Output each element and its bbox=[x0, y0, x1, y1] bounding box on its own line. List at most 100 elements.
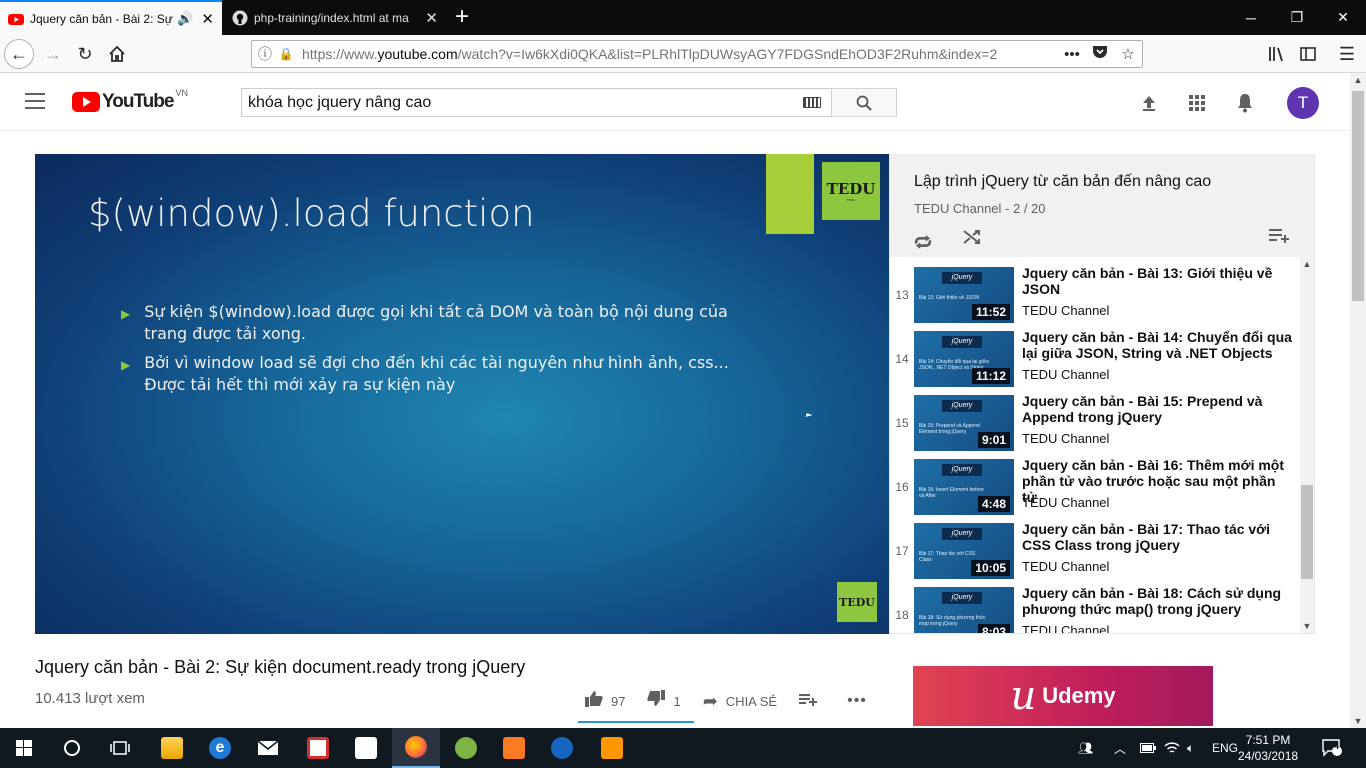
start-button[interactable] bbox=[0, 728, 48, 768]
video-thumbnail[interactable]: jQuery Bài 18: Sử dụng phương thức map tr… bbox=[914, 587, 1014, 633]
youtube-header: YouTube VN khóa học jquery nâng cao T bbox=[0, 73, 1350, 131]
app-icon[interactable] bbox=[442, 728, 490, 768]
lock-icon[interactable]: 🔒 bbox=[278, 47, 294, 61]
library-icon[interactable] bbox=[1262, 39, 1292, 69]
page-scrollbar-thumb[interactable] bbox=[1352, 91, 1364, 301]
action-center-icon[interactable]: 4 bbox=[1322, 728, 1342, 768]
thumbs-down-icon bbox=[647, 690, 666, 712]
dislike-button[interactable]: 1 bbox=[647, 690, 681, 712]
battery-icon[interactable] bbox=[1140, 728, 1156, 768]
video-thumbnail[interactable]: jQuery Bài 17: Thao tác với CSS Class 10:0… bbox=[914, 523, 1014, 579]
tab-github[interactable]: php-training/index.html at ma ✕ bbox=[224, 0, 446, 35]
slide-bullet: ▶ Bởi vì window load sẽ đợi cho đến khi … bbox=[121, 353, 729, 394]
playlist-item[interactable]: 17 jQuery Bài 17: Thao tác với CSS Class 1… bbox=[890, 517, 1300, 581]
playlist-item[interactable]: 13 jQuery Bài 13: Giới thiệu về JSON 11:52… bbox=[890, 261, 1300, 325]
search-icon bbox=[856, 95, 872, 111]
playlist-item[interactable]: 15 jQuery Bài 15: Prepend và Append Eleme… bbox=[890, 389, 1300, 453]
edge-icon[interactable]: e bbox=[196, 728, 244, 768]
language-indicator[interactable]: ENG bbox=[1212, 728, 1238, 768]
tab-youtube[interactable]: Jquery căn bản - Bài 2: Sự ki 🔊 ✕ bbox=[0, 0, 222, 35]
video-thumbnail[interactable]: jQuery Bài 15: Prepend và Append Element … bbox=[914, 395, 1014, 451]
playlist-scrollbar[interactable]: ▲ ▼ bbox=[1300, 257, 1314, 633]
sticky-notes-icon[interactable] bbox=[342, 728, 390, 768]
firefox-icon[interactable] bbox=[392, 728, 440, 768]
scroll-down-icon[interactable]: ▼ bbox=[1350, 716, 1366, 726]
xampp-icon[interactable] bbox=[490, 728, 538, 768]
video-thumbnail[interactable]: jQuery Bài 13: Giới thiệu về JSON 11:52 bbox=[914, 267, 1014, 323]
new-tab-icon[interactable]: + bbox=[455, 3, 469, 31]
duration-badge: 11:12 bbox=[971, 368, 1010, 384]
video-player[interactable]: $(window).load function ▶ Sự kiện $(wind… bbox=[35, 154, 889, 634]
playlist-scrollbar-thumb[interactable] bbox=[1301, 485, 1313, 579]
maps-icon[interactable] bbox=[538, 728, 586, 768]
restore-icon[interactable]: ❐ bbox=[1274, 0, 1320, 35]
add-to-playlist-button[interactable] bbox=[799, 691, 825, 712]
udemy-ad-banner[interactable]: u Udemy bbox=[913, 666, 1213, 726]
loop-icon[interactable]: 🔁︎ bbox=[914, 228, 932, 255]
cortana-search-icon[interactable] bbox=[48, 728, 96, 768]
sublime-text-icon[interactable] bbox=[588, 728, 636, 768]
github-favicon-icon bbox=[232, 10, 248, 25]
home-icon[interactable] bbox=[102, 39, 132, 69]
app-icon[interactable] bbox=[294, 728, 342, 768]
search-button[interactable] bbox=[831, 88, 897, 117]
wifi-icon[interactable] bbox=[1164, 728, 1180, 768]
url-text[interactable]: https://www.youtube.com/watch?v=Iw6kXdi0… bbox=[302, 46, 1058, 62]
bookmark-star-icon[interactable]: ☆ bbox=[1114, 45, 1142, 63]
tray-expand-icon[interactable]: ︿ bbox=[1114, 728, 1126, 768]
guide-menu-icon[interactable] bbox=[25, 93, 45, 109]
youtube-logo[interactable]: YouTube VN bbox=[72, 88, 188, 113]
mouse-cursor-icon bbox=[805, 413, 813, 419]
like-ratio-bar bbox=[578, 721, 694, 723]
scroll-up-icon[interactable]: ▲ bbox=[1300, 259, 1314, 269]
file-explorer-icon[interactable] bbox=[148, 728, 196, 768]
scroll-down-icon[interactable]: ▼ bbox=[1300, 621, 1314, 631]
address-bar[interactable]: ⓘ 🔒 https://www.youtube.com/watch?v=Iw6k… bbox=[251, 40, 1143, 68]
speaker-icon[interactable]: 🔊 bbox=[177, 11, 193, 27]
close-window-icon[interactable]: ✕ bbox=[1320, 0, 1366, 35]
clock[interactable]: 7:51 PM 24/03/2018 bbox=[1238, 732, 1298, 764]
playlist-header: Lập trình jQuery từ căn bản đến nâng cao… bbox=[890, 155, 1314, 257]
playlist-title[interactable]: Lập trình jQuery từ căn bản đến nâng cao bbox=[914, 173, 1211, 191]
minimize-icon[interactable]: ─ bbox=[1228, 0, 1274, 35]
playlist-item[interactable]: 16 jQuery Bài 16: Insert Element before v… bbox=[890, 453, 1300, 517]
bullet-arrow-icon: ▶ bbox=[121, 358, 131, 372]
shuffle-icon[interactable] bbox=[962, 228, 982, 251]
pocket-icon[interactable] bbox=[1086, 45, 1114, 63]
scroll-up-icon[interactable]: ▲ bbox=[1350, 75, 1366, 85]
keyboard-icon[interactable] bbox=[803, 97, 821, 108]
share-button[interactable]: ➦ CHIA SẺ bbox=[703, 691, 777, 712]
menu-icon[interactable]: ☰ bbox=[1332, 39, 1362, 69]
playlist-items: 13 jQuery Bài 13: Giới thiệu về JSON 11:52… bbox=[890, 257, 1300, 633]
search-input[interactable]: khóa học jquery nâng cao bbox=[241, 88, 832, 117]
back-icon[interactable]: ← bbox=[4, 39, 34, 69]
notifications-bell-icon[interactable] bbox=[1233, 91, 1257, 115]
reload-icon[interactable]: ↻ bbox=[70, 39, 100, 69]
video-thumbnail[interactable]: jQuery Bài 16: Insert Element before và A… bbox=[914, 459, 1014, 515]
save-playlist-icon[interactable] bbox=[1268, 228, 1290, 249]
sidebar-icon[interactable] bbox=[1293, 39, 1323, 69]
task-view-icon[interactable] bbox=[96, 728, 144, 768]
close-tab-icon[interactable]: ✕ bbox=[425, 9, 438, 27]
volume-icon[interactable]: 🔈︎ bbox=[1187, 728, 1194, 768]
apps-icon[interactable] bbox=[1185, 91, 1209, 115]
close-tab-icon[interactable]: ✕ bbox=[201, 10, 214, 28]
forward-icon[interactable]: → bbox=[38, 39, 68, 69]
like-button[interactable]: 97 bbox=[585, 690, 625, 712]
playlist-item[interactable]: 18 jQuery Bài 18: Sử dụng phương thức map… bbox=[890, 581, 1300, 633]
people-icon[interactable]: 👥︎ bbox=[1078, 728, 1093, 768]
page-scrollbar[interactable]: ▲ ▼ bbox=[1350, 73, 1366, 728]
youtube-favicon-icon bbox=[8, 13, 24, 25]
playlist-meta[interactable]: TEDU Channel - 2 / 20 bbox=[914, 201, 1046, 216]
view-count: 10.413 lượt xem bbox=[35, 690, 145, 707]
more-actions-button[interactable]: ••• bbox=[847, 692, 875, 710]
share-arrow-icon: ➦ bbox=[702, 690, 718, 711]
upload-icon[interactable] bbox=[1137, 91, 1161, 115]
avatar[interactable]: T bbox=[1287, 87, 1319, 119]
playlist-item[interactable]: 14 jQuery Bài 14: Chuyển đổi qua lại giữa… bbox=[890, 325, 1300, 389]
video-thumbnail[interactable]: jQuery Bài 14: Chuyển đổi qua lại giữa JS… bbox=[914, 331, 1014, 387]
mail-icon[interactable] bbox=[244, 728, 292, 768]
page-actions-icon[interactable]: ••• bbox=[1058, 46, 1086, 63]
more-dots-icon: ••• bbox=[847, 692, 867, 709]
info-icon[interactable]: ⓘ bbox=[252, 44, 278, 64]
